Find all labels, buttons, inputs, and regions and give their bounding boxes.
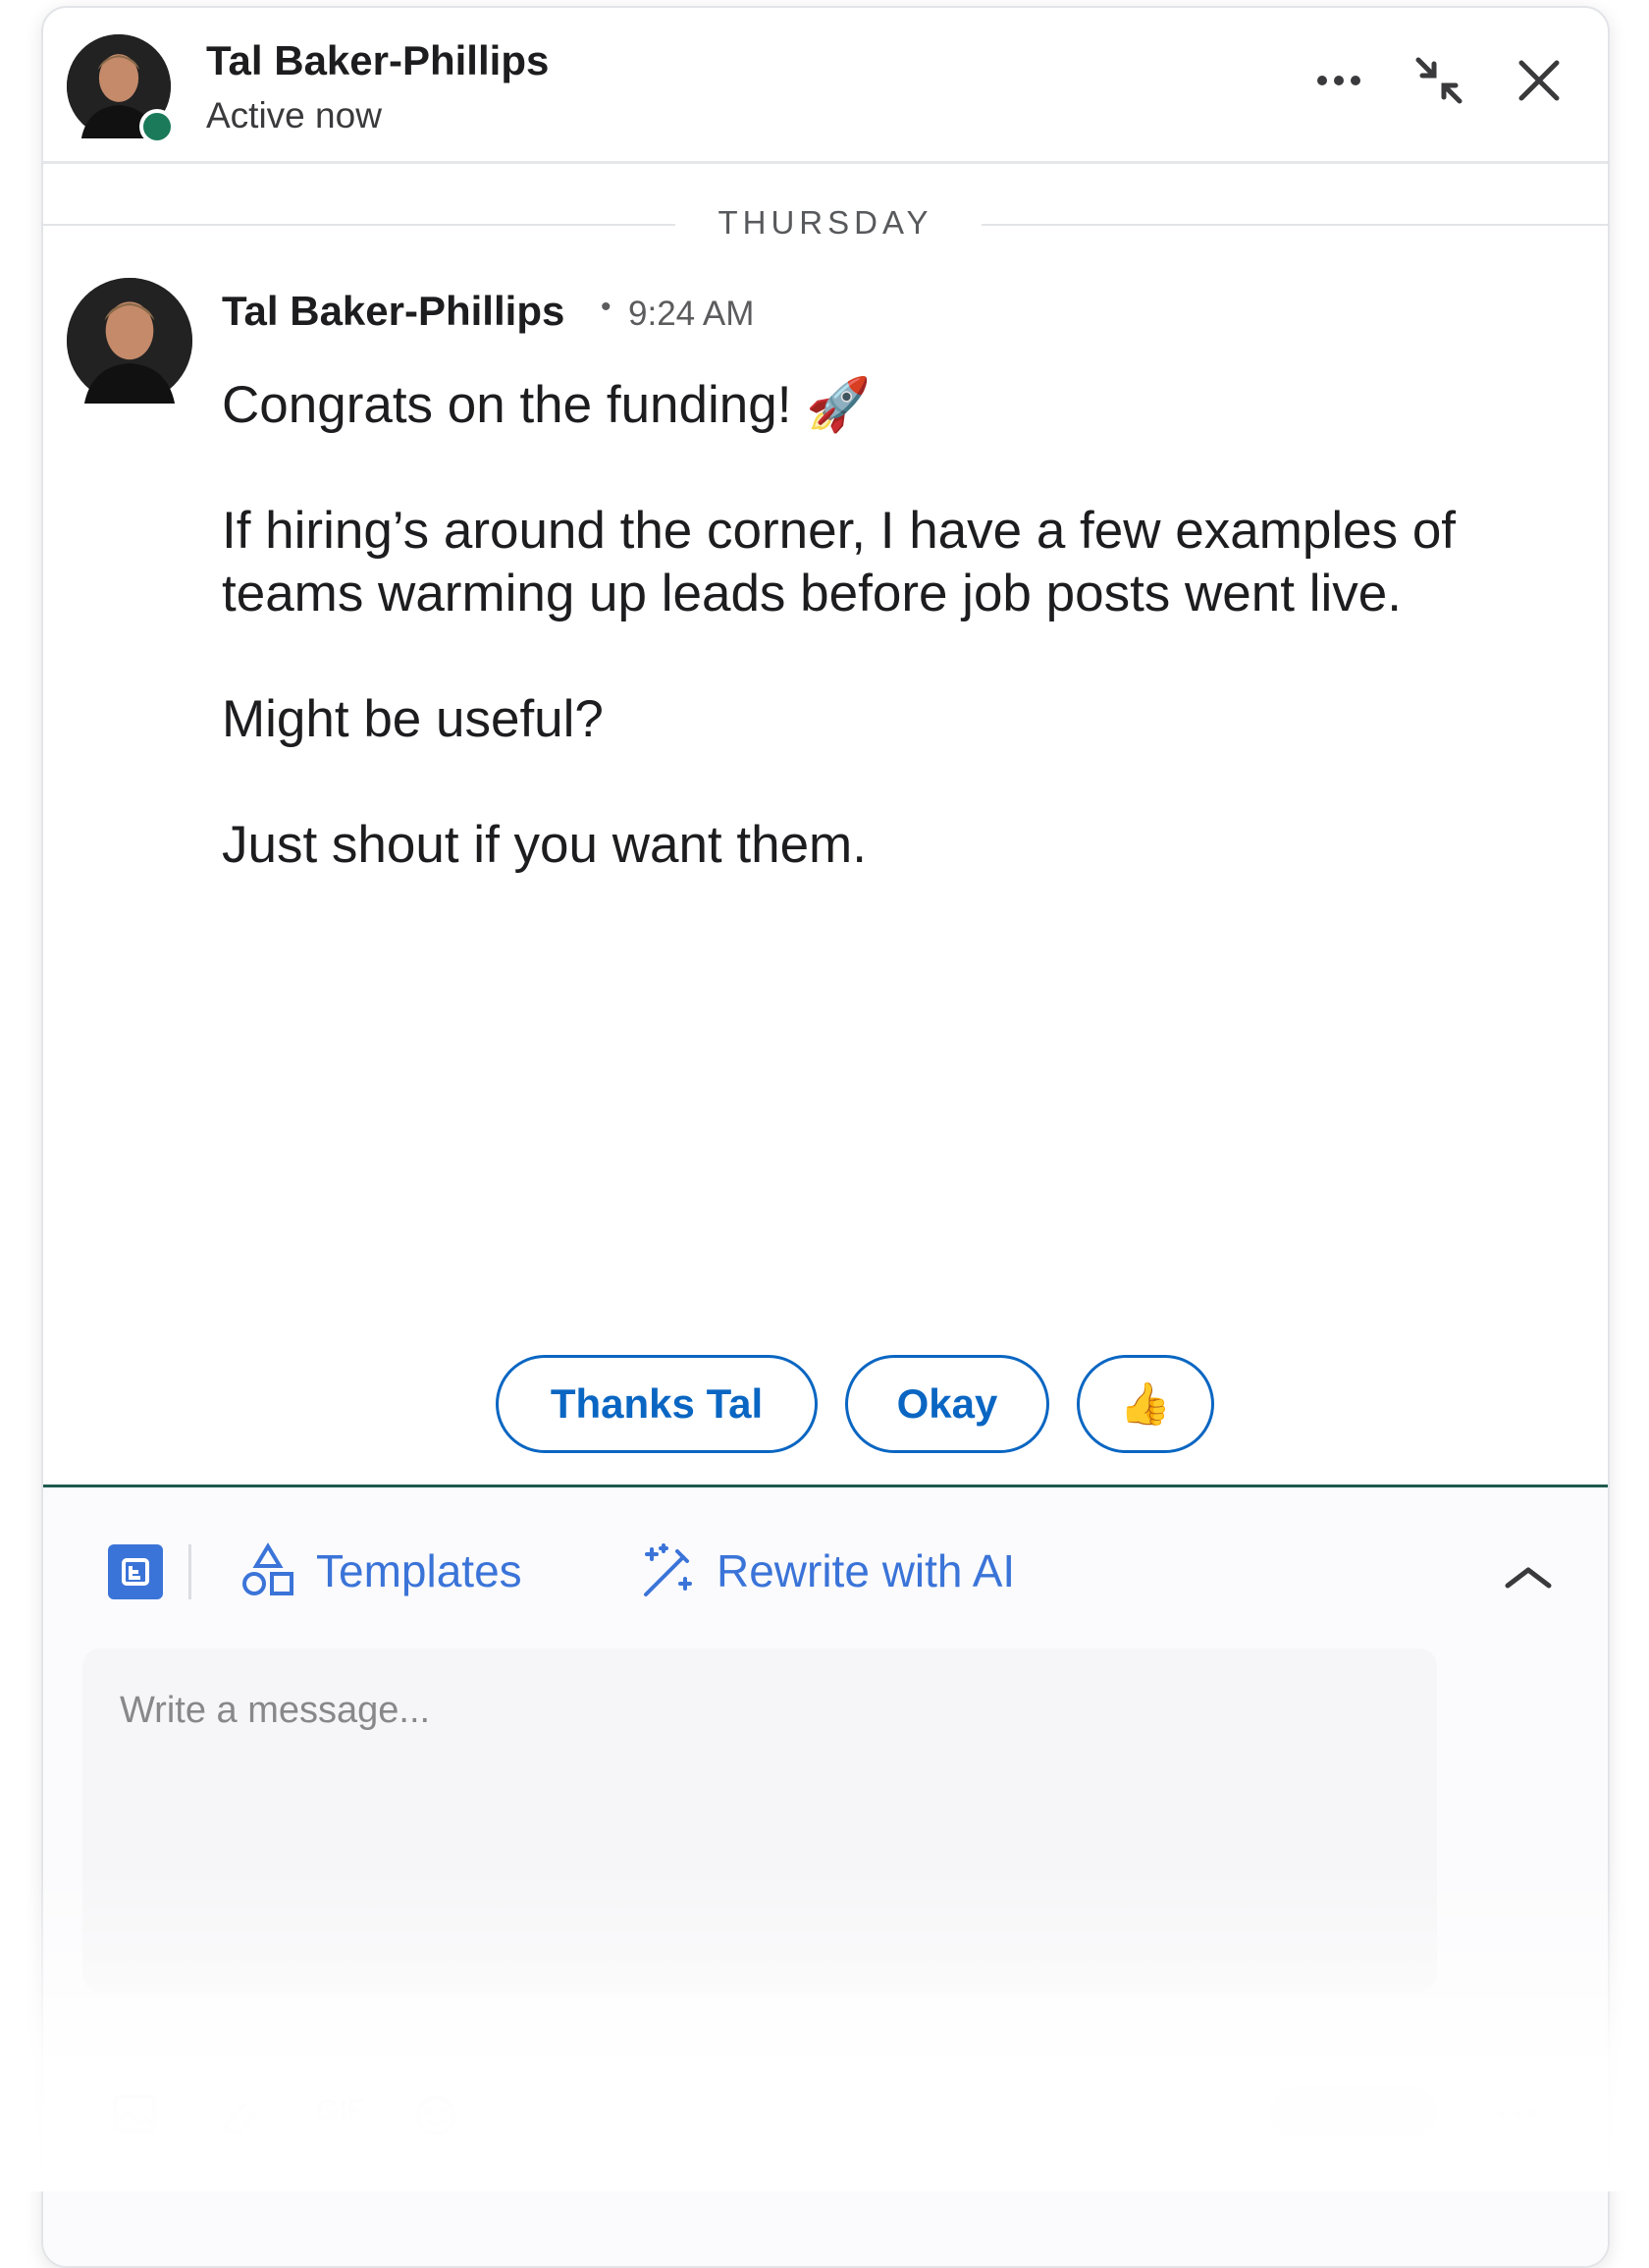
message-paragraph: Congrats on the funding! 🚀	[222, 376, 872, 434]
send-options-button[interactable]	[1496, 2094, 1539, 2128]
quick-replies: Thanks Tal Okay 👍	[43, 1355, 1608, 1453]
emoji-button[interactable]	[414, 2094, 457, 2145]
rewrite-label: Rewrite with AI	[717, 1545, 1016, 1596]
message-composer: Templates Rewrite with AI Write a messag…	[43, 1487, 1608, 2266]
online-status-indicator	[139, 109, 175, 144]
toolbar-separator	[188, 1544, 191, 1599]
day-divider: THURSDAY	[43, 204, 1608, 243]
quick-reply-thumbs-up[interactable]: 👍	[1077, 1355, 1214, 1453]
quick-reply-thanks-tal[interactable]: Thanks Tal	[496, 1355, 818, 1453]
format-icon	[122, 1558, 149, 1586]
minimize-button[interactable]	[1410, 51, 1468, 110]
separator-dot: •	[601, 291, 612, 323]
gif-button[interactable]: GIF	[316, 2094, 365, 2128]
messaging-window: Tal Baker-Phillips Active now THURSDAY T…	[41, 6, 1610, 2268]
more-icon	[1317, 76, 1360, 85]
close-icon	[1518, 60, 1560, 101]
attach-image-button[interactable]	[112, 2094, 157, 2141]
message-timestamp: 9:24 AM	[628, 295, 755, 333]
send-button[interactable]	[1270, 2086, 1437, 2141]
message-input[interactable]	[82, 1648, 1437, 1992]
day-label: THURSDAY	[718, 204, 933, 241]
rewrite-with-ai-button[interactable]: Rewrite with AI	[638, 1539, 1015, 1603]
emoji-icon	[416, 2096, 455, 2135]
quick-reply-okay[interactable]: Okay	[845, 1355, 1049, 1453]
templates-button[interactable]: Templates	[239, 1539, 522, 1603]
templates-label: Templates	[316, 1545, 522, 1596]
message-paragraph: If hiring’s around the corner, I have a …	[222, 502, 1457, 622]
contact-name[interactable]: Tal Baker-Phillips	[206, 37, 549, 84]
minimize-icon	[1415, 57, 1463, 104]
sender-avatar[interactable]	[67, 278, 192, 404]
expand-composer-button[interactable]	[1504, 1562, 1553, 1596]
contact-status: Active now	[206, 95, 382, 135]
chevron-up-icon	[1505, 1567, 1552, 1589]
avatar-icon	[67, 278, 192, 404]
message-sender-name[interactable]: Tal Baker-Phillips	[222, 288, 564, 335]
message-body: Congrats on the funding! 🚀 If hiring’s a…	[222, 374, 1498, 940]
more-icon	[1498, 2110, 1537, 2118]
magic-wand-icon	[644, 1543, 692, 1596]
more-options-button[interactable]	[1309, 51, 1368, 110]
composer-bottom-toolbar: GIF	[43, 2086, 1608, 2165]
image-icon	[113, 2095, 156, 2133]
close-button[interactable]	[1510, 51, 1569, 110]
format-toolbar-button[interactable]	[108, 1544, 163, 1599]
attach-file-button[interactable]	[216, 2094, 259, 2145]
paperclip-icon	[224, 2102, 257, 2135]
message-paragraph: Just shout if you want them.	[222, 816, 867, 874]
templates-icon	[242, 1542, 293, 1595]
conversation-header: Tal Baker-Phillips Active now	[43, 8, 1608, 164]
message-paragraph: Might be useful?	[222, 690, 604, 748]
